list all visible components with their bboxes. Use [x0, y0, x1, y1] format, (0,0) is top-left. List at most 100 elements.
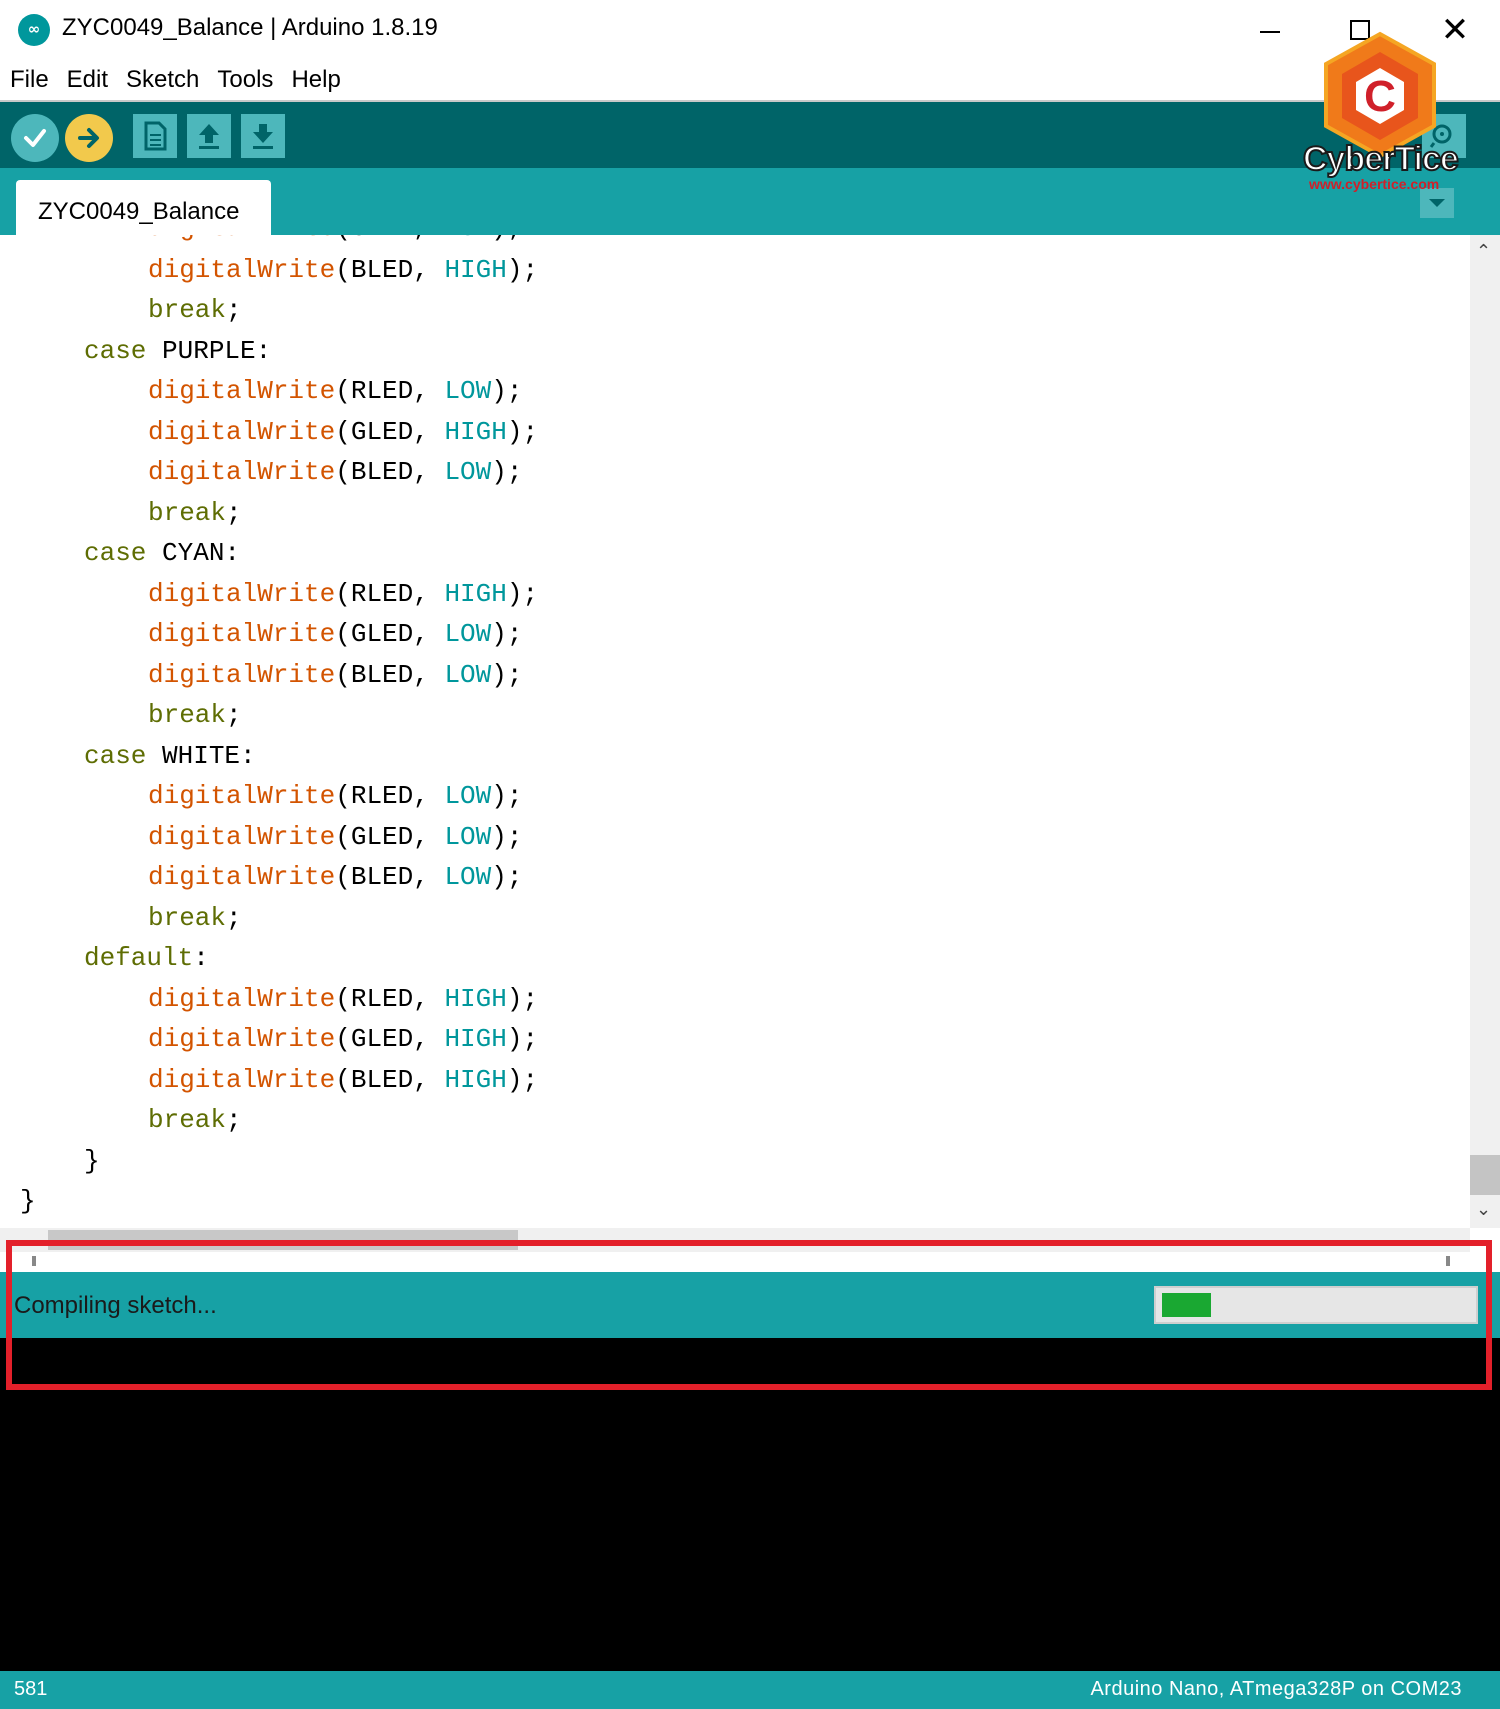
code-line: digitalWrite(RLED, HIGH); — [148, 579, 539, 609]
code-token: digitalWrite — [148, 822, 336, 852]
code-line: break; — [148, 903, 242, 933]
window-title: ZYC0049_Balance | Arduino 1.8.19 — [62, 14, 438, 41]
menu-file[interactable]: File — [10, 60, 58, 102]
arduino-logo-icon: ∞ — [18, 14, 50, 46]
scroll-down-icon[interactable]: ⌄ — [1476, 1199, 1491, 1220]
code-token: HIGH — [444, 417, 507, 447]
code-token: HIGH — [444, 1024, 507, 1054]
scroll-thumb[interactable] — [1470, 1155, 1500, 1195]
chevron-down-icon — [1429, 199, 1445, 207]
code-token: LOW — [444, 822, 492, 852]
tab-bar: ZYC0049_Balance — [0, 168, 1500, 235]
code-token: LOW — [444, 862, 492, 892]
tab-label: ZYC0049_Balance — [38, 198, 240, 225]
toolbar — [0, 102, 1500, 168]
code-line: digitalWrite(GLED, LOW); — [148, 822, 523, 852]
code-line: case WHITE: — [84, 741, 256, 771]
code-line: digitalWrite(BLED, LOW); — [148, 660, 523, 690]
svg-text:C: C — [1364, 72, 1396, 121]
new-file-icon — [144, 121, 167, 151]
footer-bar: 581 Arduino Nano, ATmega328P on COM23 — [0, 1671, 1500, 1709]
code-line: digitalWrite(BLED, HIGH); — [148, 1065, 539, 1095]
new-sketch-button[interactable] — [133, 114, 177, 158]
code-token: case — [84, 538, 147, 568]
code-line: digitalWrite(GLED, HIGH); — [148, 1024, 539, 1054]
code-line: break; — [148, 498, 242, 528]
highlight-box — [6, 1240, 1492, 1390]
checkmark-icon — [24, 129, 46, 147]
code-line: case CYAN: — [84, 538, 241, 568]
board-info: Arduino Nano, ATmega328P on COM23 — [1090, 1678, 1462, 1700]
code-token: digitalWrite — [148, 781, 336, 811]
code-token: digitalWrite — [148, 1024, 336, 1054]
minimize-icon — [1260, 31, 1280, 33]
code-token: HIGH — [444, 579, 507, 609]
code-token: digitalWrite — [148, 235, 335, 243]
code-line: } — [20, 1186, 36, 1216]
open-sketch-button[interactable] — [187, 114, 231, 158]
code-line: digitalWrite(RLED, HIGH); — [148, 984, 539, 1014]
tab-sketch[interactable]: ZYC0049_Balance — [16, 180, 271, 235]
code-line: digitalWrite(GLED, LOW); — [148, 619, 523, 649]
code-line: digitalWrite(RLED, LOW); — [148, 781, 523, 811]
code-line: } — [84, 1146, 100, 1176]
code-token: break — [148, 1105, 227, 1135]
logo-url-text: www.cybertice.com — [1309, 176, 1440, 192]
upload-button[interactable] — [65, 114, 113, 162]
title-bar: ∞ ZYC0049_Balance | Arduino 1.8.19 ✕ — [0, 0, 1500, 60]
arrow-down-icon — [253, 124, 273, 149]
code-token: case — [84, 741, 147, 771]
code-line: break; — [148, 700, 242, 730]
code-token: LOW — [444, 457, 492, 487]
code-token: break — [148, 903, 227, 933]
code-token: LOW — [444, 235, 491, 243]
code-token: digitalWrite — [148, 862, 336, 892]
verify-button[interactable] — [11, 114, 59, 162]
code-line: case PURPLE: — [84, 336, 272, 366]
code-token: HIGH — [444, 1065, 507, 1095]
menu-bar: File Edit Sketch Tools Help — [0, 60, 1500, 102]
code-token: default — [84, 943, 194, 973]
arrow-up-icon — [199, 124, 219, 149]
menu-sketch[interactable]: Sketch — [126, 60, 208, 102]
code-editor[interactable]: digitalWrite(GLED, LOW); digitalWrite(BL… — [0, 235, 1470, 1228]
code-line: digitalWrite(RLED, LOW); — [148, 376, 523, 406]
code-token: digitalWrite — [148, 376, 336, 406]
code-token: LOW — [444, 619, 492, 649]
code-line: digitalWrite(GLED, LOW); — [148, 235, 522, 253]
code-token: digitalWrite — [148, 417, 336, 447]
code-token: digitalWrite — [148, 660, 336, 690]
code-token: digitalWrite — [148, 579, 336, 609]
code-token: break — [148, 700, 227, 730]
code-token: digitalWrite — [148, 1065, 336, 1095]
code-line: digitalWrite(GLED, HIGH); — [148, 417, 539, 447]
code-line: digitalWrite(BLED, LOW); — [148, 457, 523, 487]
code-line: default: — [84, 943, 209, 973]
arrow-right-icon — [78, 128, 99, 148]
code-token: HIGH — [444, 984, 507, 1014]
code-line: break; — [148, 295, 242, 325]
scroll-up-icon[interactable]: ⌃ — [1476, 241, 1491, 262]
code-token: LOW — [444, 376, 492, 406]
menu-help[interactable]: Help — [291, 60, 349, 102]
code-token: break — [148, 498, 227, 528]
code-line: digitalWrite(BLED, HIGH); — [148, 255, 539, 285]
menu-tools[interactable]: Tools — [217, 60, 282, 102]
logo-brand-text: CyberTice — [1302, 139, 1460, 179]
line-number: 581 — [14, 1678, 48, 1700]
code-token: LOW — [444, 781, 492, 811]
code-token: case — [84, 336, 147, 366]
code-token: HIGH — [444, 255, 507, 285]
code-line: digitalWrite(BLED, LOW); — [148, 862, 523, 892]
code-token: digitalWrite — [148, 984, 336, 1014]
vertical-scrollbar[interactable]: ⌃ ⌄ — [1470, 235, 1500, 1228]
menu-edit[interactable]: Edit — [67, 60, 117, 102]
code-token: digitalWrite — [148, 457, 336, 487]
minimize-button[interactable] — [1240, 8, 1300, 52]
code-token: LOW — [444, 660, 492, 690]
save-sketch-button[interactable] — [241, 114, 285, 158]
code-line: break; — [148, 1105, 242, 1135]
code-token: digitalWrite — [148, 255, 336, 285]
code-token: digitalWrite — [148, 619, 336, 649]
code-token: break — [148, 295, 227, 325]
